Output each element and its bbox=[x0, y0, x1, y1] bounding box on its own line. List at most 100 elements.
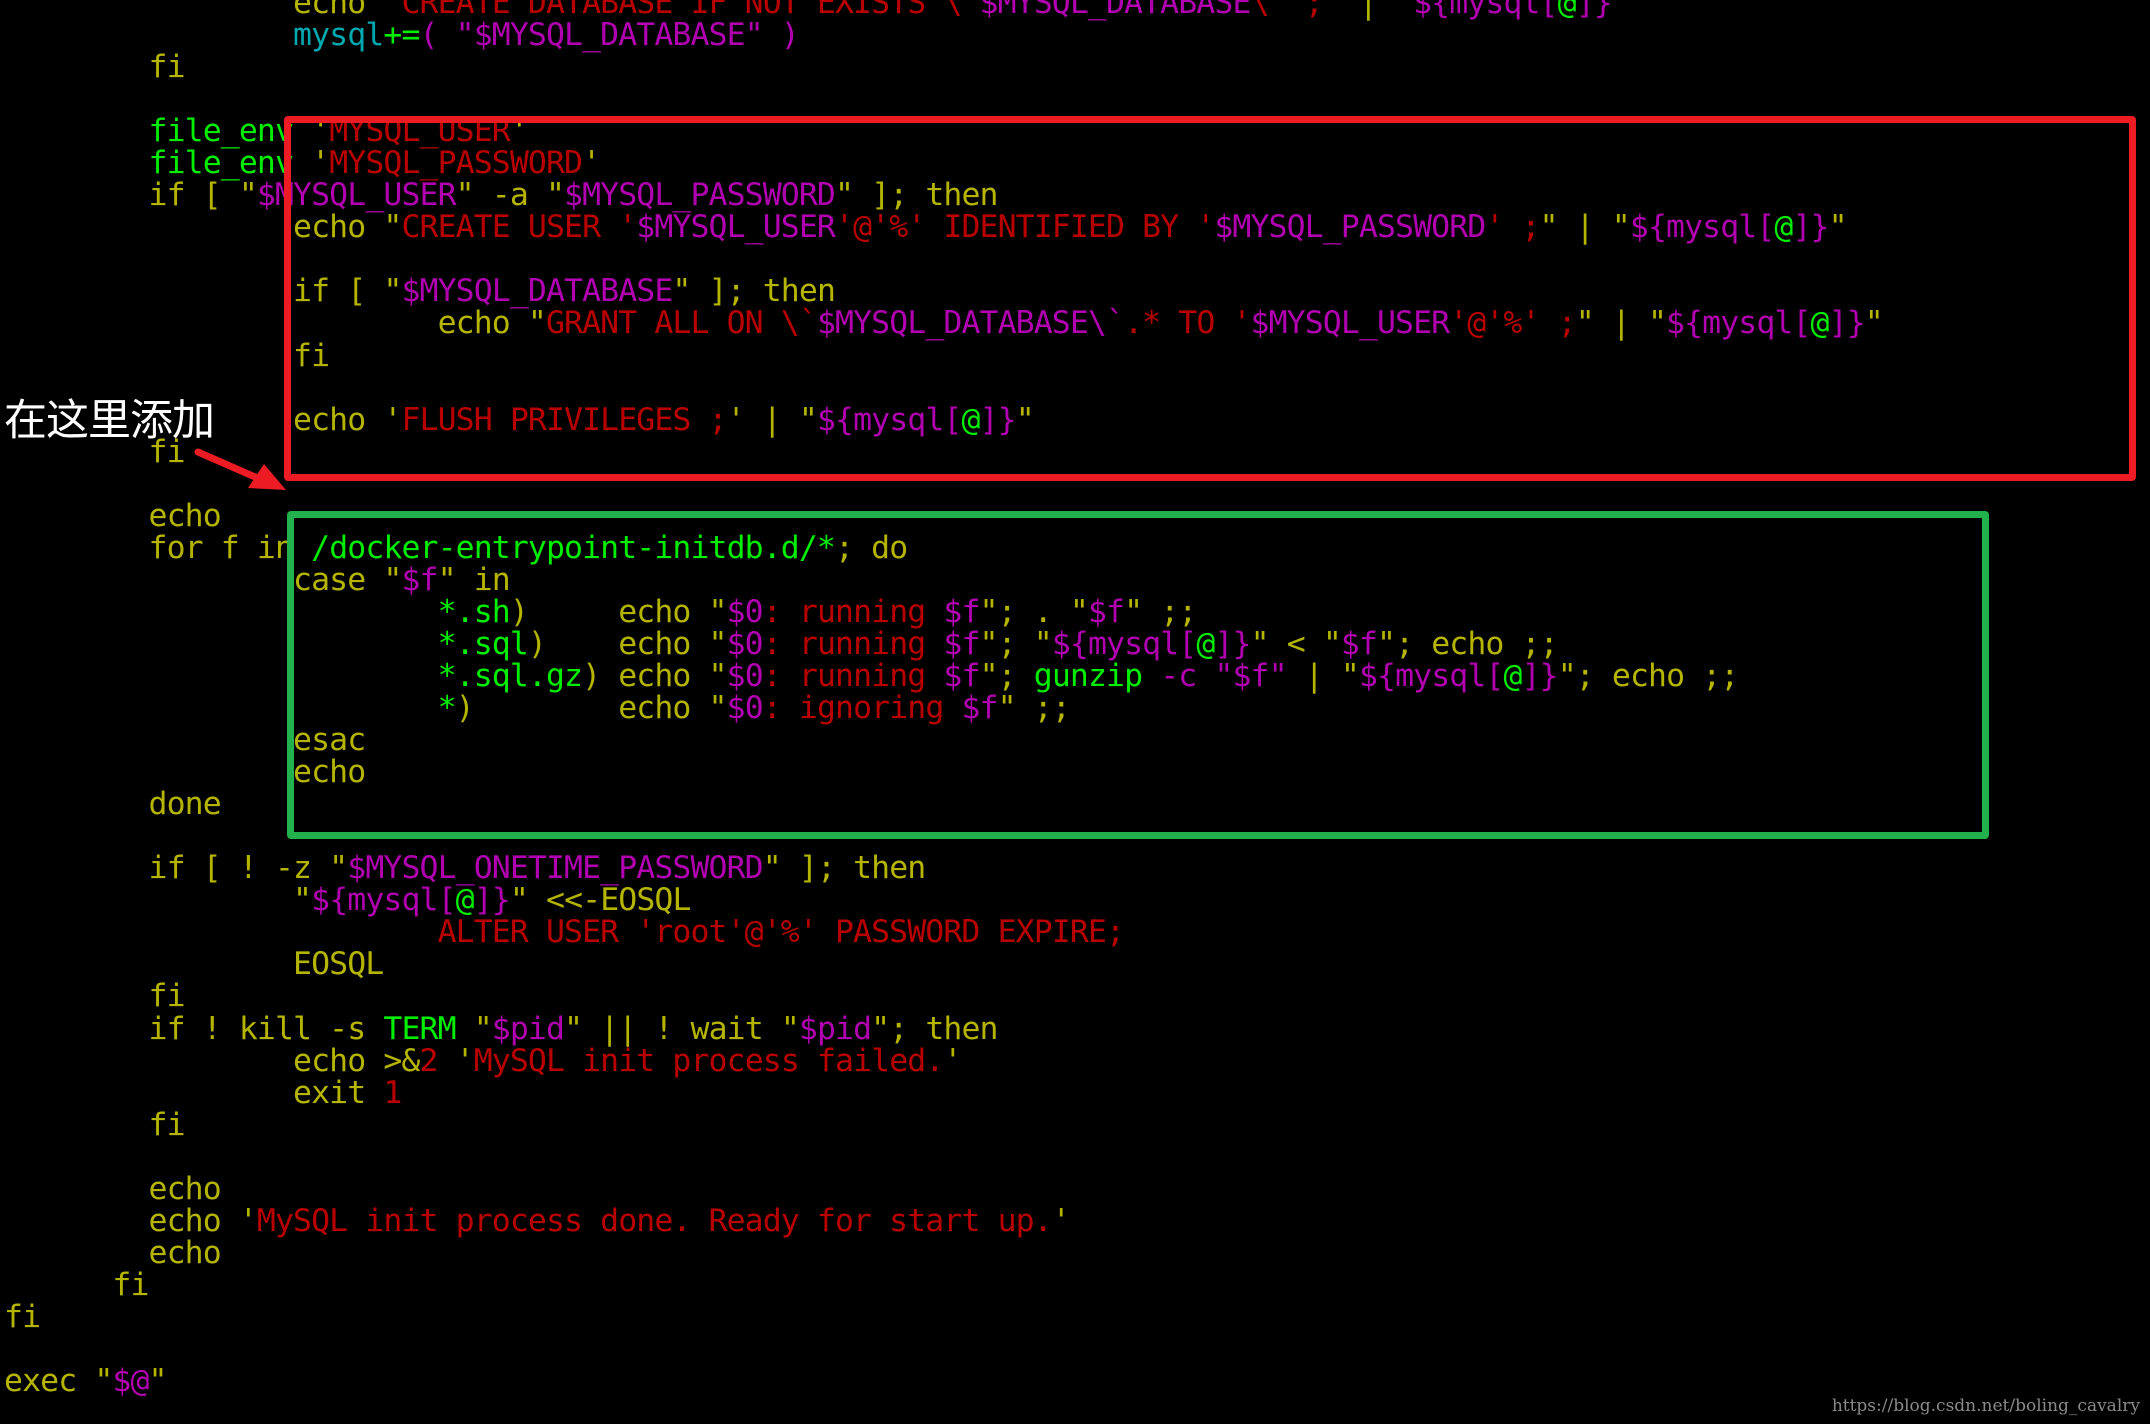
code-token: " bbox=[293, 882, 312, 919]
code-line: exit 1 bbox=[4, 1077, 2150, 1109]
annotation-label: 在这里添加 bbox=[4, 396, 215, 446]
code-token: echo bbox=[148, 1234, 222, 1271]
code-token: " <<-EOSQL bbox=[509, 882, 692, 919]
highlight-box-initdb-loop bbox=[287, 511, 1989, 839]
code-line: mysql+=( "$MYSQL_DATABASE" ) bbox=[4, 19, 2150, 51]
code-token: exit bbox=[293, 1074, 384, 1111]
code-token: mysql bbox=[293, 17, 384, 54]
code-token: ${mysql[ bbox=[1413, 0, 1558, 21]
code-token: EOSQL bbox=[293, 946, 384, 983]
code-line: fi bbox=[4, 1301, 2150, 1333]
code-line: fi bbox=[4, 1269, 2150, 1301]
code-line: echo >&2 'MySQL init process failed.' bbox=[4, 1045, 2150, 1077]
code-token: if [ " bbox=[148, 177, 258, 214]
code-line: if ! kill -s TERM "$pid" || ! wait "$pid… bbox=[4, 1013, 2150, 1045]
code-token: TERM bbox=[383, 1010, 456, 1047]
code-token: echo >& bbox=[293, 1042, 420, 1079]
code-token: fi bbox=[148, 49, 186, 86]
code-token: echo bbox=[148, 497, 222, 534]
code-line: ALTER USER 'root'@'%' PASSWORD EXPIRE; bbox=[4, 916, 2150, 948]
code-token: if [ ! -z " bbox=[148, 850, 349, 887]
code-line: EOSQL bbox=[4, 948, 2150, 980]
code-token: file_env bbox=[148, 113, 294, 150]
red-arrow-icon bbox=[194, 448, 286, 490]
code-line: exec "$@" bbox=[4, 1365, 2150, 1397]
code-line: echo bbox=[4, 1173, 2150, 1205]
code-token: exec " bbox=[4, 1363, 113, 1400]
highlight-box-existing-user-setup bbox=[284, 116, 2136, 481]
code-line: fi bbox=[4, 51, 2150, 83]
code-token: 1 bbox=[383, 1074, 402, 1111]
code-token: " || ! wait " bbox=[564, 1010, 800, 1047]
code-line: fi bbox=[4, 1109, 2150, 1141]
code-token: ALTER USER 'root'@'%' PASSWORD EXPIRE; bbox=[437, 914, 1125, 951]
code-token: " bbox=[148, 1363, 168, 1400]
code-token: fi bbox=[148, 978, 186, 1015]
code-line: if [ ! -z "$MYSQL_ONETIME_PASSWORD" ]; t… bbox=[4, 852, 2150, 884]
code-token: echo bbox=[148, 1170, 222, 1207]
code-token: $pid bbox=[491, 1010, 565, 1047]
code-token: done bbox=[148, 786, 222, 823]
code-token: += bbox=[383, 17, 420, 54]
code-token: $MYSQL_ONETIME_PASSWORD bbox=[347, 850, 763, 887]
code-token: ' bbox=[437, 1042, 475, 1079]
code-token: fi bbox=[4, 1298, 41, 1335]
code-token: file_env bbox=[148, 145, 294, 182]
code-token: ( "$MYSQL_DATABASE" ) bbox=[419, 17, 800, 54]
code-token: MySQL init process done. Ready for start… bbox=[256, 1202, 1053, 1239]
watermark-url: https://blog.csdn.net/boling_cavalry bbox=[1831, 1396, 2140, 1416]
code-line: fi bbox=[4, 980, 2150, 1012]
code-token: if ! kill -s bbox=[148, 1010, 384, 1047]
code-line: echo 'MySQL init process done. Ready for… bbox=[4, 1205, 2150, 1237]
code-token: ]} bbox=[1575, 0, 1613, 21]
code-token: \` ; bbox=[1250, 0, 1324, 21]
code-token: fi bbox=[148, 1106, 186, 1143]
code-token: ${mysql[ bbox=[311, 882, 456, 919]
code-token: $MYSQL_DATABASE bbox=[979, 0, 1252, 21]
code-token: @ bbox=[455, 882, 475, 919]
code-token: " bbox=[1611, 0, 1631, 21]
code-token: $pid bbox=[798, 1010, 872, 1047]
code-token: ' bbox=[1051, 1202, 1071, 1239]
code-token: ]} bbox=[473, 882, 511, 919]
code-token: " bbox=[455, 1010, 493, 1047]
code-line: echo bbox=[4, 1237, 2150, 1269]
code-token: "; then bbox=[871, 1010, 998, 1047]
code-token: " ]; then bbox=[762, 850, 926, 887]
code-token: " | " bbox=[1322, 0, 1414, 21]
code-token: @ bbox=[1557, 0, 1577, 21]
code-line: "${mysql[@]}" <<-EOSQL bbox=[4, 884, 2150, 916]
code-token: echo ' bbox=[148, 1202, 258, 1239]
code-token: $@ bbox=[112, 1363, 149, 1400]
code-token: 2 bbox=[419, 1042, 439, 1079]
code-token: ' bbox=[943, 1042, 962, 1079]
